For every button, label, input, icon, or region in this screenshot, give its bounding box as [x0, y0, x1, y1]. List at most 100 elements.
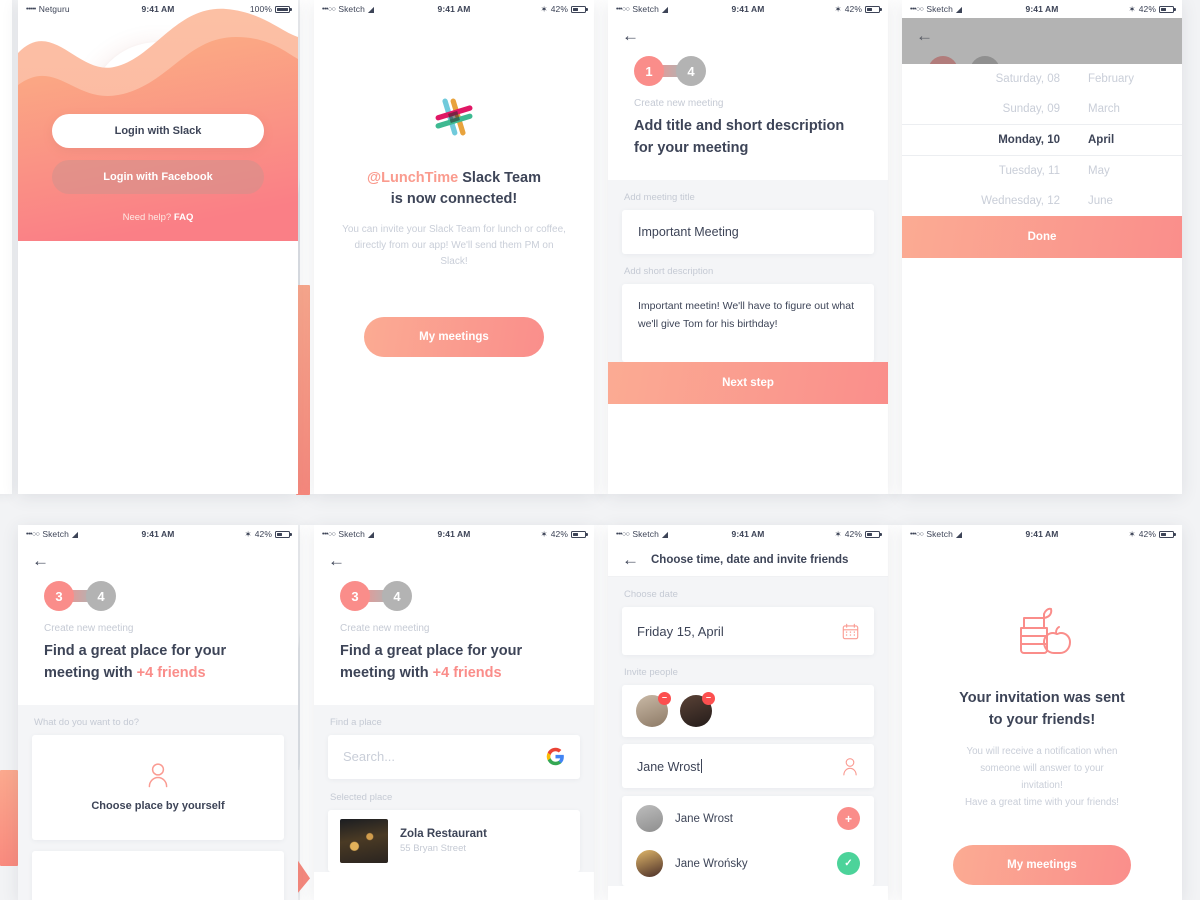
battery-percent-label: 42%	[844, 4, 862, 14]
deco-card-gutter-6	[888, 525, 902, 900]
back-arrow-icon[interactable]: ←	[622, 551, 639, 568]
screen-find-place-search: •••○○ Sketch ◢ 9:41 AM ✶ 42% ← 3 4 Creat…	[314, 525, 594, 900]
back-arrow-icon[interactable]: ←	[32, 552, 49, 569]
picker-day-selected[interactable]: Monday, 10	[902, 134, 1074, 146]
picker-month-selected[interactable]: April	[1074, 134, 1182, 146]
page-title: Find a great place for your meeting with…	[340, 643, 523, 682]
step-header: 1 4 Create new meeting Add title and sho…	[608, 52, 888, 180]
step-current-badge: 3	[44, 581, 74, 611]
invite-search-input[interactable]: Jane Wrost	[622, 744, 874, 788]
login-with-facebook-button[interactable]: Login with Facebook	[52, 160, 264, 194]
picker-row-selected[interactable]: Monday, 10 April	[902, 125, 1182, 155]
selected-place-label: Selected place	[330, 791, 393, 803]
my-meetings-button[interactable]: My meetings	[953, 845, 1131, 886]
text-caret	[701, 758, 702, 773]
navbar: ←	[18, 543, 298, 577]
step-indicator: 3 4	[44, 581, 116, 611]
status-bar: •••○○ Sketch ◢ 9:41 AM ✶ 42%	[608, 525, 888, 543]
picker-day-option[interactable]: Saturday, 08	[902, 73, 1074, 85]
picker-month-option[interactable]: June	[1074, 195, 1182, 207]
choose-place-other-option[interactable]	[32, 850, 284, 900]
battery-percent-label: 42%	[1138, 529, 1156, 539]
screen-choose-place-options: •••○○ Sketch ◢ 9:41 AM ✶ 42% ← 3 4 Creat…	[18, 525, 298, 900]
battery-percent-label: 42%	[844, 529, 862, 539]
picker-month-option[interactable]: February	[1074, 73, 1182, 85]
done-button[interactable]: Done	[902, 215, 1182, 258]
search-placeholder: Search...	[343, 749, 396, 765]
login-with-slack-button[interactable]: Login with Slack	[52, 114, 264, 148]
date-picker-wheel[interactable]: Saturday, 08 February Sunday, 09 March M…	[902, 63, 1182, 216]
bluetooth-icon: ✶	[1128, 528, 1136, 539]
step-total-badge: 4	[382, 581, 412, 611]
remove-icon[interactable]: –	[658, 692, 671, 705]
meeting-description-label: Add short description	[624, 265, 714, 277]
result-name: Jane Wrost	[675, 812, 733, 825]
picker-day-option[interactable]: Wednesday, 12	[902, 195, 1074, 207]
picker-month-option[interactable]: May	[1074, 165, 1182, 177]
battery-percent-label: 42%	[1138, 4, 1156, 14]
meeting-description-input[interactable]: Important meetin! We'll have to figure o…	[622, 283, 874, 362]
invited-person-chip[interactable]: –	[636, 692, 671, 727]
page-title: Add title and short description for your…	[634, 118, 845, 157]
choose-place-yourself-option[interactable]: Choose place by yourself	[32, 734, 284, 840]
battery-icon	[571, 530, 588, 538]
screen-choose-date-picker: •••○○ Sketch ◢ 9:41 AM ✶ 42% ← 2 4	[902, 0, 1182, 494]
help-faq-link[interactable]: Need help? FAQ	[123, 212, 194, 223]
screen-invitation-sent: •••○○ Sketch ◢ 9:41 AM ✶ 42% Your invita…	[902, 525, 1182, 900]
person-icon[interactable]	[841, 757, 859, 776]
bluetooth-icon: ✶	[244, 528, 252, 539]
selected-place-card[interactable]: Zola Restaurant 55 Bryan Street	[328, 809, 580, 872]
step-indicator: 1 4	[634, 56, 706, 86]
back-arrow-icon[interactable]: ←	[622, 27, 639, 44]
options-section: What do you want to do? Choose place by …	[18, 704, 298, 900]
back-arrow-icon[interactable]: ←	[328, 552, 345, 569]
step-total-badge: 4	[86, 581, 116, 611]
invited-chips: – –	[622, 685, 874, 737]
screen-splash: ••••• Netguru 9:41 AM 100% Login with Sl…	[18, 0, 298, 494]
invited-person-chip[interactable]: –	[680, 692, 715, 727]
bluetooth-icon: ✶	[1128, 3, 1136, 14]
status-bar: •••○○ Sketch ◢ 9:41 AM ✶ 42%	[314, 525, 594, 543]
picker-month-option[interactable]: March	[1074, 103, 1182, 115]
list-item[interactable]: Jane Wrost +	[622, 796, 874, 841]
picker-row[interactable]: Sunday, 09 March	[902, 94, 1182, 124]
deco-card-gutter-4	[300, 525, 314, 900]
person-added-button[interactable]: ✓	[837, 852, 860, 875]
invite-people-label: Invite people	[624, 667, 678, 678]
picker-day-option[interactable]: Sunday, 09	[902, 103, 1074, 115]
battery-percent-label: 42%	[550, 4, 568, 14]
add-person-button[interactable]: +	[837, 807, 860, 830]
calendar-icon[interactable]	[842, 623, 859, 640]
status-bar: •••○○ Sketch ◢ 9:41 AM ✶ 42%	[902, 0, 1182, 18]
deco-card-gutter-5	[594, 525, 608, 900]
picker-row[interactable]: Saturday, 08 February	[902, 64, 1182, 94]
search-section: Find a place Search... Selected place Zo…	[314, 704, 594, 872]
meeting-title-input[interactable]: Important Meeting	[622, 209, 874, 254]
step-header: 3 4 Create new meeting Find a great plac…	[18, 577, 298, 705]
place-search-input[interactable]: Search...	[328, 734, 580, 779]
battery-icon	[1159, 5, 1176, 13]
invite-section: Choose date Friday 15, April Invite peop…	[608, 577, 888, 886]
battery-percent-label: 42%	[550, 529, 568, 539]
step-indicator: 3 4	[340, 581, 412, 611]
google-icon[interactable]	[546, 747, 565, 766]
battery-percent-label: 100%	[249, 4, 272, 14]
remove-icon[interactable]: –	[702, 692, 715, 705]
deco-card-gutter-3	[888, 0, 902, 494]
screens-board: ••••• Netguru 9:41 AM 100% Login with Sl…	[0, 0, 1200, 900]
step-current-badge: 3	[340, 581, 370, 611]
picker-day-option[interactable]: Tuesday, 11	[902, 165, 1074, 177]
status-bar: •••○○ Sketch ◢ 9:41 AM ✶ 42%	[18, 525, 298, 543]
status-bar: •••○○ Sketch ◢ 9:41 AM ✶ 42%	[608, 0, 888, 18]
picker-row[interactable]: Wednesday, 12 June	[902, 186, 1182, 216]
my-meetings-button[interactable]: My meetings	[364, 316, 544, 357]
form-section: Add meeting title Important Meeting Add …	[608, 179, 888, 362]
page-title: Find a great place for your meeting with…	[44, 643, 227, 682]
bluetooth-icon: ✶	[540, 528, 548, 539]
next-step-button[interactable]: Next step	[608, 361, 888, 404]
choose-date-field[interactable]: Friday 15, April	[622, 607, 874, 655]
screen-meeting-title: •••○○ Sketch ◢ 9:41 AM ✶ 42% ← 1 4 Creat…	[608, 0, 888, 494]
battery-icon	[865, 5, 882, 13]
picker-row[interactable]: Tuesday, 11 May	[902, 156, 1182, 186]
list-item[interactable]: Jane Wrońsky ✓	[622, 841, 874, 886]
